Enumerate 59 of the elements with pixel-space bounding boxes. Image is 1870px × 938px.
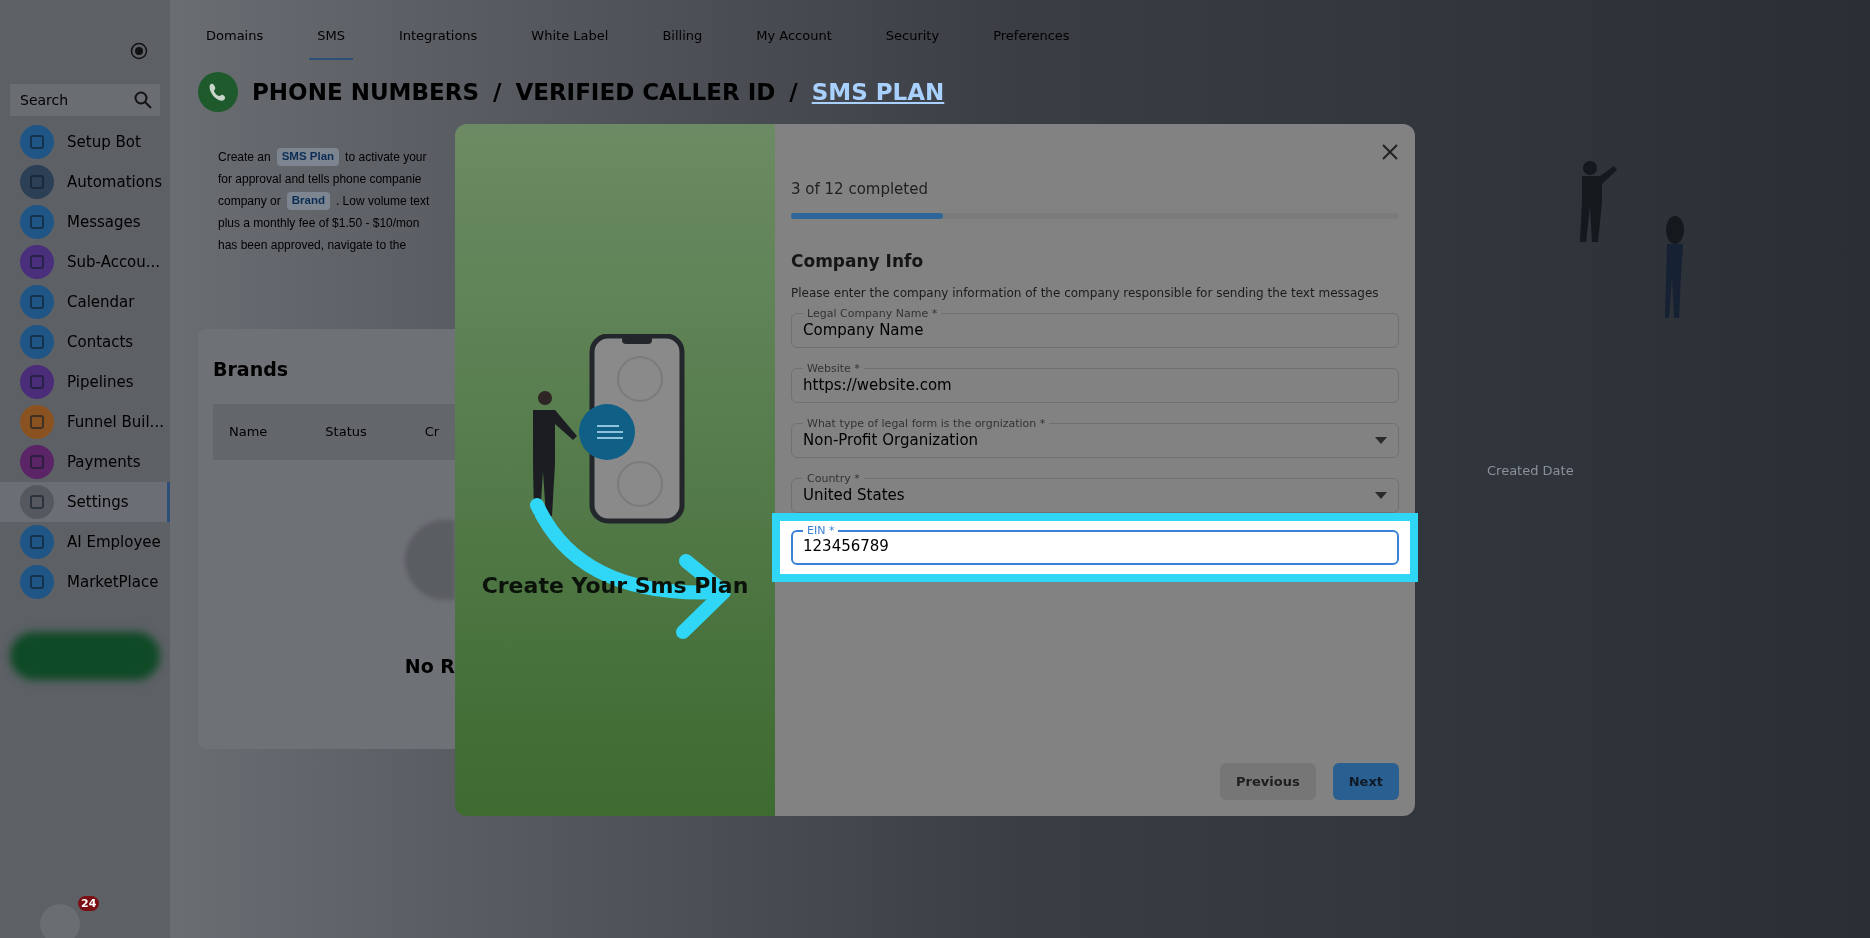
empty-text: No R — [404, 653, 455, 679]
breadcrumb-item[interactable]: SMS PLAN — [811, 74, 945, 110]
column-header: Name — [229, 422, 268, 441]
sidebar-item[interactable]: Sub-Accou... — [0, 242, 170, 282]
description-text: . Low volume text — [335, 193, 430, 210]
description-text: plus a monthly fee of $1.50 - $10/mon — [218, 215, 420, 232]
sidebar-item[interactable]: Pipelines — [0, 362, 170, 402]
breadcrumb-item[interactable]: VERIFIED CALLER ID — [515, 74, 776, 110]
phone-icon — [198, 72, 238, 112]
nav-tab[interactable]: Billing — [654, 26, 711, 58]
sidebar-item[interactable]: AI Employee — [0, 522, 170, 562]
nav-tab[interactable]: Preferences — [985, 26, 1078, 58]
nav-tab[interactable]: Domains — [198, 26, 272, 58]
empty-state-icon — [405, 519, 455, 600]
section-description: Please enter the company information of the company responsible for sending the text messages — [791, 285, 1380, 302]
sidebar-item[interactable]: Messages — [0, 202, 170, 242]
link-chip[interactable]: Brand — [286, 192, 330, 210]
caret-icon — [1375, 436, 1387, 444]
sidebar-item[interactable]: Setup Bot — [0, 122, 170, 162]
section-title: Company Info — [791, 249, 925, 273]
card-title: Brands — [213, 357, 290, 382]
sidebar-item[interactable]: MarketPlace — [0, 562, 170, 602]
nav-tab[interactable]: Security — [877, 26, 948, 58]
sidebar-item[interactable]: Contacts — [0, 322, 170, 362]
description-text: to activate your — [345, 149, 427, 166]
nav-tab[interactable]: SMS — [309, 26, 353, 60]
sidebar-item[interactable]: Settings — [0, 482, 170, 522]
text-field[interactable]: Website * https://website.com — [791, 363, 1399, 403]
next-button[interactable]: Next — [1332, 763, 1399, 800]
description-text: company or — [218, 193, 281, 210]
sidebar-item[interactable]: Calendar — [0, 282, 170, 322]
sidebar-item[interactable]: Automations — [0, 162, 170, 202]
breadcrumb-separator: / — [492, 77, 502, 107]
select-field[interactable]: What type of legal form is the orgnization * Non-Profit Organization — [791, 418, 1399, 458]
previous-button[interactable]: Previous — [1220, 763, 1316, 800]
link-chip[interactable]: SMS Plan — [276, 148, 340, 166]
progress-text: 3 of 12 completed — [791, 179, 929, 200]
text-field[interactable]: EIN * 123456789 — [791, 525, 1399, 565]
column-header: Cr — [424, 422, 440, 441]
close-icon[interactable] — [1382, 144, 1398, 160]
description-text: Create an — [218, 149, 271, 166]
nav-tab[interactable]: Integrations — [390, 26, 486, 58]
description-text: has been approved, navigate to the — [218, 237, 407, 254]
nav-tab[interactable]: My Account — [748, 26, 840, 58]
description-text: for approval and tells phone companie — [218, 171, 422, 188]
select-field[interactable]: Country * United States — [791, 473, 1399, 513]
notification-badge: 24 — [78, 896, 100, 911]
radio-icon[interactable] — [130, 42, 148, 60]
search-field[interactable]: Search — [10, 84, 160, 116]
text-field[interactable]: Legal Company Name * Company Name — [791, 308, 1399, 348]
sidebar-item[interactable]: Payments — [0, 442, 170, 482]
caret-icon — [1375, 491, 1387, 499]
sidebar-item[interactable]: Funnel Buil... — [0, 402, 170, 442]
column-header: Created Date — [1487, 462, 1574, 480]
column-header: Status — [325, 422, 367, 441]
search-icon — [134, 91, 152, 109]
nav-tab[interactable]: White Label — [523, 26, 617, 58]
breadcrumb-item[interactable]: PHONE NUMBERS — [252, 74, 479, 110]
breadcrumb-separator: / — [789, 77, 798, 107]
